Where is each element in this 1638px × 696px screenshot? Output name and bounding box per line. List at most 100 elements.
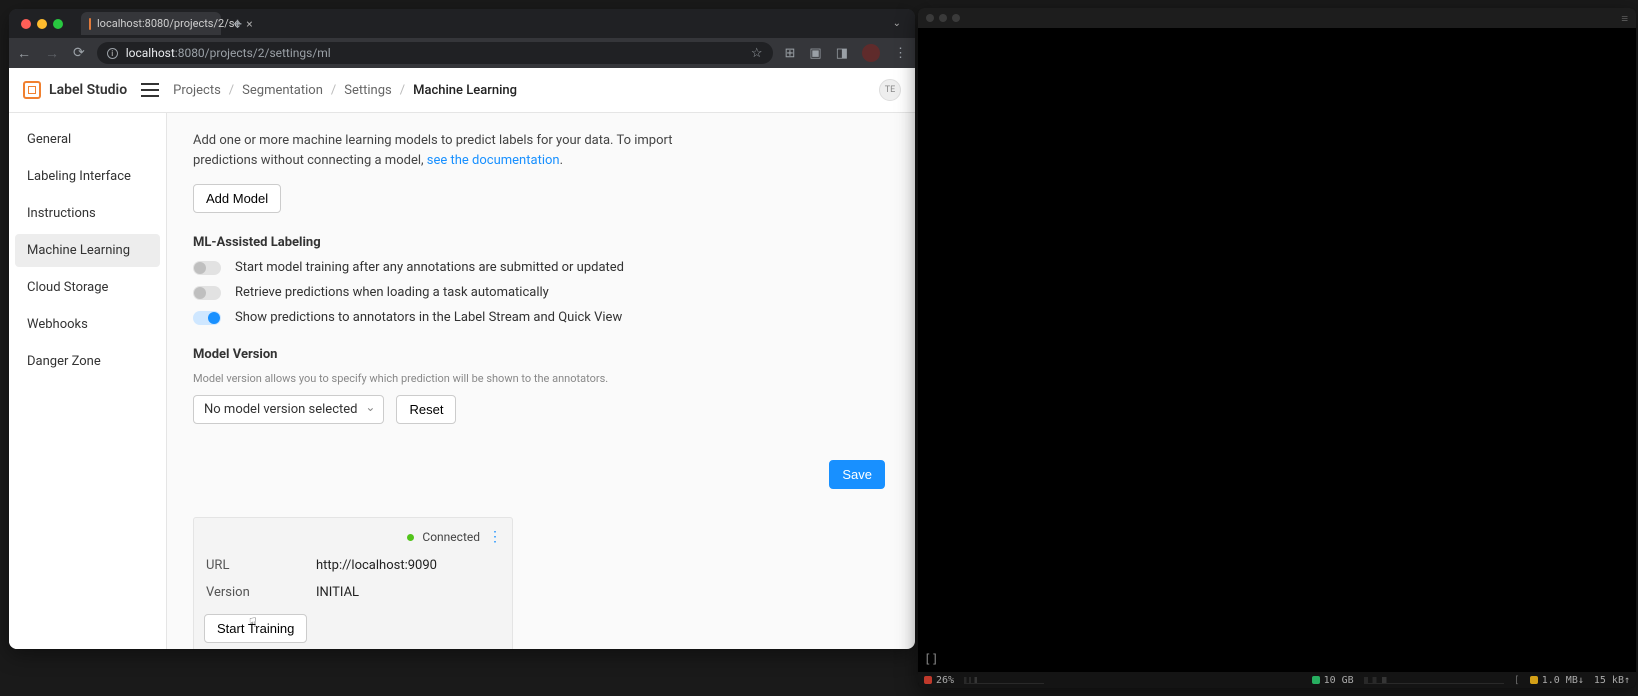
sidebar-item-webhooks[interactable]: Webhooks	[15, 308, 160, 341]
net-up-value: 15 kB↑	[1594, 675, 1630, 686]
terminal-window: ≡ [] 26% 10 GB [ 1.0 MB↓ 15 kB↑	[918, 8, 1636, 688]
tabs-dropdown-icon[interactable]: ⌄	[887, 14, 907, 33]
term-close-icon[interactable]	[926, 14, 934, 22]
terminal-titlebar: ≡	[918, 8, 1636, 28]
crumb-settings[interactable]: Settings	[344, 83, 391, 98]
term-min-icon[interactable]	[939, 14, 947, 22]
mem-icon	[1312, 676, 1320, 684]
bracket-left: [	[1514, 675, 1520, 686]
extensions-icon[interactable]: ⊞	[785, 46, 796, 61]
mem-spark-icon	[1364, 677, 1504, 684]
nav-controls: ← → ⟳	[17, 45, 85, 62]
traffic-lights	[21, 19, 63, 29]
maximize-window-icon[interactable]	[53, 19, 63, 29]
add-model-button[interactable]: Add Model	[193, 184, 281, 213]
browser-tab[interactable]: localhost:8080/projects/2/se ×	[81, 12, 221, 35]
breadcrumb: Projects / Segmentation / Settings / Mac…	[173, 83, 517, 98]
crumb-sep: /	[229, 83, 234, 98]
mem-chip: 10 GB	[1312, 675, 1354, 686]
toggle-retrieve[interactable]	[193, 286, 221, 300]
cpu-icon	[924, 676, 932, 684]
sidebar-item-cloud[interactable]: Cloud Storage	[15, 271, 160, 304]
status-text: Connected	[422, 530, 480, 544]
sidebar-item-labeling[interactable]: Labeling Interface	[15, 160, 160, 193]
settings-sidebar: General Labeling Interface Instructions …	[9, 113, 167, 649]
favicon-icon	[89, 18, 91, 30]
reset-button[interactable]: Reset	[396, 395, 456, 424]
net-down-icon	[1530, 676, 1538, 684]
kv-url-key: URL	[206, 558, 316, 573]
toggle-show-label: Show predictions to annotators in the La…	[235, 310, 622, 325]
crumb-sep: /	[331, 83, 336, 98]
toolbar-actions: ⊞ ▣ ◨ ⋮	[785, 44, 908, 62]
mem-value: 10 GB	[1324, 675, 1354, 686]
crumb-sep: /	[400, 83, 405, 98]
terminal-prompt: []	[924, 652, 938, 666]
save-button[interactable]: Save	[829, 460, 885, 489]
toggle-train-label: Start model training after any annotatio…	[235, 260, 624, 275]
toggle-retrieve-label: Retrieve predictions when loading a task…	[235, 285, 549, 300]
close-window-icon[interactable]	[21, 19, 31, 29]
kv-url: URL http://localhost:9090	[194, 552, 512, 579]
brand[interactable]: Label Studio	[23, 81, 127, 99]
intro-text: Add one or more machine learning models …	[193, 131, 673, 170]
term-max-icon[interactable]	[952, 14, 960, 22]
cast-icon[interactable]: ▣	[809, 46, 821, 61]
toggle-row-train: Start model training after any annotatio…	[193, 260, 889, 275]
back-button[interactable]: ←	[17, 45, 31, 62]
model-version-value: No model version selected	[204, 402, 357, 417]
page-content: Label Studio Projects / Segmentation / S…	[9, 68, 915, 649]
reload-button[interactable]: ⟳	[73, 45, 85, 62]
bookmark-icon[interactable]: ☆	[751, 46, 763, 61]
terminal-body[interactable]: []	[918, 28, 1636, 672]
sidebar-item-general[interactable]: General	[15, 123, 160, 156]
model-version-hint: Model version allows you to specify whic…	[193, 372, 889, 385]
net-up-chip: 15 kB↑	[1594, 675, 1630, 686]
tab-title: localhost:8080/projects/2/se	[97, 17, 240, 30]
crumb-segmentation[interactable]: Segmentation	[242, 83, 323, 98]
status-dot-icon	[407, 534, 414, 541]
docs-link[interactable]: see the documentation	[427, 153, 560, 168]
tab-bar: localhost:8080/projects/2/se × + ⌄	[9, 9, 915, 38]
side-panel-icon[interactable]: ◨	[836, 46, 848, 61]
browser-menu-icon[interactable]: ⋮	[894, 46, 907, 61]
toggle-show[interactable]	[193, 311, 221, 325]
toggle-row-retrieve: Retrieve predictions when loading a task…	[193, 285, 889, 300]
ml-backend-card: Connected ⋮ URL http://localhost:9090 Ve…	[193, 517, 513, 649]
profile-avatar[interactable]	[862, 44, 880, 62]
card-menu-icon[interactable]: ⋮	[488, 532, 502, 542]
toggle-train[interactable]	[193, 261, 221, 275]
terminal-statusbar: 26% 10 GB [ 1.0 MB↓ 15 kB↑	[918, 672, 1636, 688]
url-text: localhost:8080/projects/2/settings/ml	[126, 46, 743, 60]
net-down-value: 1.0 MB↓	[1542, 675, 1584, 686]
minimize-window-icon[interactable]	[37, 19, 47, 29]
crumb-projects[interactable]: Projects	[173, 83, 221, 98]
kv-url-value: http://localhost:9090	[316, 558, 437, 573]
model-version-section: Model Version Model version allows you t…	[193, 347, 889, 424]
app-header: Label Studio Projects / Segmentation / S…	[9, 68, 915, 113]
kv-version-key: Version	[206, 585, 316, 600]
cpu-spark-icon	[964, 677, 1044, 684]
user-avatar[interactable]: TE	[879, 79, 901, 101]
site-info-icon[interactable]: i	[107, 48, 118, 59]
logo-icon	[23, 81, 41, 99]
browser-toolbar: ← → ⟳ i localhost:8080/projects/2/settin…	[9, 38, 915, 68]
net-down-chip: 1.0 MB↓	[1530, 675, 1584, 686]
cpu-value: 26%	[936, 675, 954, 686]
kv-version: Version INITIAL	[194, 579, 512, 606]
term-menu-icon[interactable]: ≡	[1621, 12, 1628, 25]
menu-toggle-icon[interactable]	[141, 83, 159, 97]
crumb-ml: Machine Learning	[413, 83, 517, 98]
sidebar-item-ml[interactable]: Machine Learning	[15, 234, 160, 267]
cpu-chip: 26%	[924, 675, 954, 686]
model-version-select[interactable]: No model version selected	[193, 395, 384, 424]
toggle-row-show: Show predictions to annotators in the La…	[193, 310, 889, 325]
start-training-button[interactable]: Start Training	[204, 614, 307, 643]
address-bar[interactable]: i localhost:8080/projects/2/settings/ml …	[97, 42, 773, 64]
model-version-heading: Model Version	[193, 347, 889, 362]
sidebar-item-instructions[interactable]: Instructions	[15, 197, 160, 230]
new-tab-button[interactable]: +	[227, 14, 248, 33]
forward-button[interactable]: →	[45, 45, 59, 62]
sidebar-item-danger[interactable]: Danger Zone	[15, 345, 160, 378]
main-panel: Add one or more machine learning models …	[167, 113, 915, 649]
